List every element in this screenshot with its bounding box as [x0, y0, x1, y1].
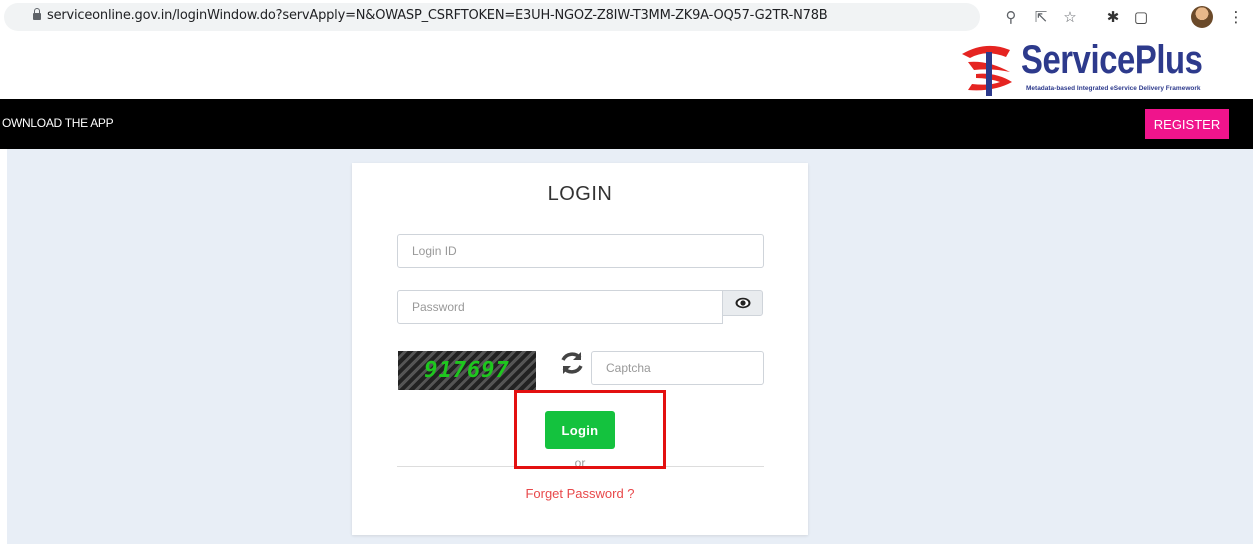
sp-logo-mark-icon — [962, 45, 1012, 96]
brand-tagline: Metadata-based Integrated eService Deliv… — [1026, 85, 1201, 92]
star-icon[interactable]: ☆ — [1059, 6, 1081, 28]
password-input[interactable]: Password — [397, 290, 723, 324]
menu-icon[interactable]: ⋮ — [1225, 6, 1247, 28]
lock-icon[interactable] — [33, 8, 41, 20]
captcha-code: 917697 — [424, 358, 510, 383]
login-id-input[interactable]: Login ID — [397, 234, 764, 268]
zoom-icon[interactable]: ⚲ — [1000, 6, 1022, 28]
captcha-input[interactable]: Captcha — [591, 351, 764, 385]
top-nav: OWNLOAD THE APP — [0, 99, 1253, 149]
download-app-link[interactable]: OWNLOAD THE APP — [2, 116, 114, 130]
serviceplus-logo: ServicePlus Metadata-based Integrated eS… — [958, 38, 1248, 98]
brand-name: ServicePlus — [1021, 38, 1203, 82]
extensions-icon[interactable]: ✱ — [1102, 6, 1124, 28]
register-button[interactable]: REGISTER — [1145, 109, 1229, 139]
captcha-image: 917697 — [398, 351, 536, 390]
url-text[interactable]: serviceonline.gov.in/loginWindow.do?serv… — [47, 8, 828, 23]
eye-icon — [735, 297, 750, 309]
show-password-button[interactable] — [722, 290, 763, 316]
sidepanel-icon[interactable]: ▢ — [1130, 6, 1152, 28]
highlight-box — [514, 390, 666, 469]
forgot-password-link[interactable]: Forget Password ? — [352, 486, 808, 501]
share-icon[interactable]: ⇱ — [1030, 6, 1052, 28]
login-card: LOGIN Login ID Password 917697 Captcha o… — [352, 163, 808, 535]
browser-toolbar: serviceonline.gov.in/loginWindow.do?serv… — [0, 0, 1253, 34]
profile-avatar[interactable] — [1191, 6, 1213, 28]
login-title: LOGIN — [547, 183, 613, 205]
refresh-captcha-icon[interactable] — [558, 349, 586, 377]
